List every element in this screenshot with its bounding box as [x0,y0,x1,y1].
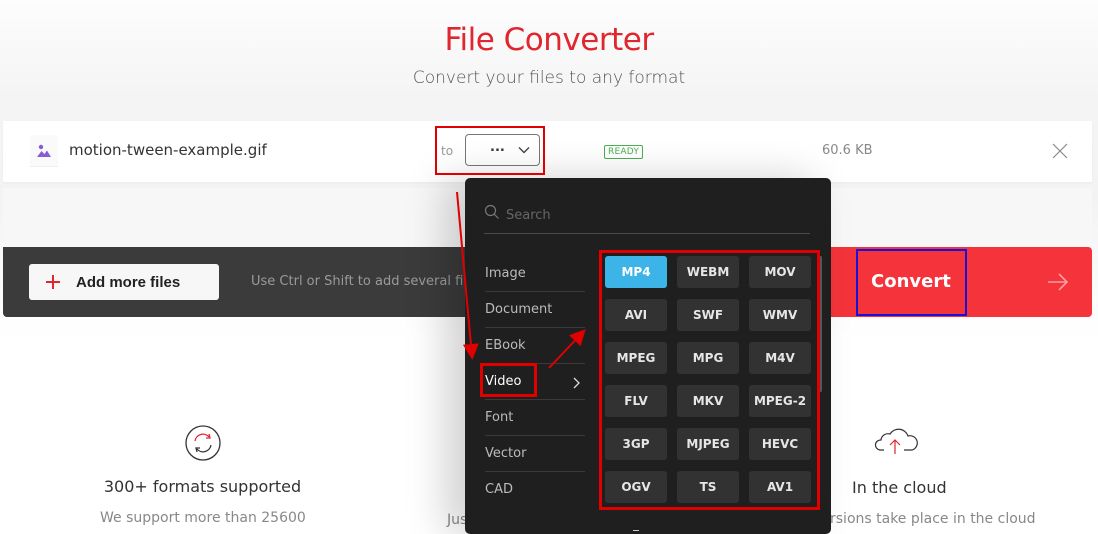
category-document[interactable]: Document [485,292,585,328]
feature-title: 300+ formats supported [103,477,302,496]
category-cad[interactable]: CAD [485,472,585,508]
category-font[interactable]: Font [485,400,585,436]
format-search [484,202,810,234]
feature-desc: rsions take place in the cloud [830,511,1036,527]
close-icon[interactable] [1051,142,1069,160]
category-label: Image [485,266,526,281]
file-size: 60.6 KB [822,143,873,158]
category-label: EBook [485,338,526,353]
annotation-highlight-convert [856,249,967,316]
annotation-highlight-format-grid [599,250,820,510]
refresh-icon [184,425,221,461]
cloud-upload-icon [874,428,918,454]
category-image[interactable]: Image [485,256,585,292]
category-label: CAD [485,482,513,497]
annotation-highlight-video [480,363,537,397]
file-row: motion-tween-example.gif to ... READY 60… [3,121,1092,182]
page-subtitle: Convert your files to any format [412,68,686,88]
search-input[interactable] [506,202,796,228]
category-vector[interactable]: Vector [485,436,585,472]
add-more-files-button[interactable]: Add more files [29,264,219,300]
annotation-highlight-format-select [435,126,545,175]
category-label: Vector [485,446,527,461]
plus-icon [46,275,60,289]
feature-title: In the cloud [852,478,947,497]
page-title: File Converter [444,22,654,58]
arrow-right-icon [1048,273,1069,291]
image-icon [30,135,58,167]
file-name: motion-tween-example.gif [69,141,267,159]
feature-cloud: In the cloud rsions take place in the cl… [820,424,1036,527]
chevron-right-icon [573,377,580,389]
scroll-indicator [633,530,639,531]
feature-desc: We support more than 25600 [100,510,306,526]
category-ebook[interactable]: EBook [485,328,585,364]
category-label: Document [485,302,553,317]
search-icon [484,204,499,219]
category-label: Font [485,410,514,425]
feature-formats: 300+ formats supported We support more t… [100,424,306,526]
add-more-files-label: Add more files [76,273,181,291]
status-badge: READY [604,145,644,159]
multi-select-hint: Use Ctrl or Shift to add several files a [251,274,494,289]
